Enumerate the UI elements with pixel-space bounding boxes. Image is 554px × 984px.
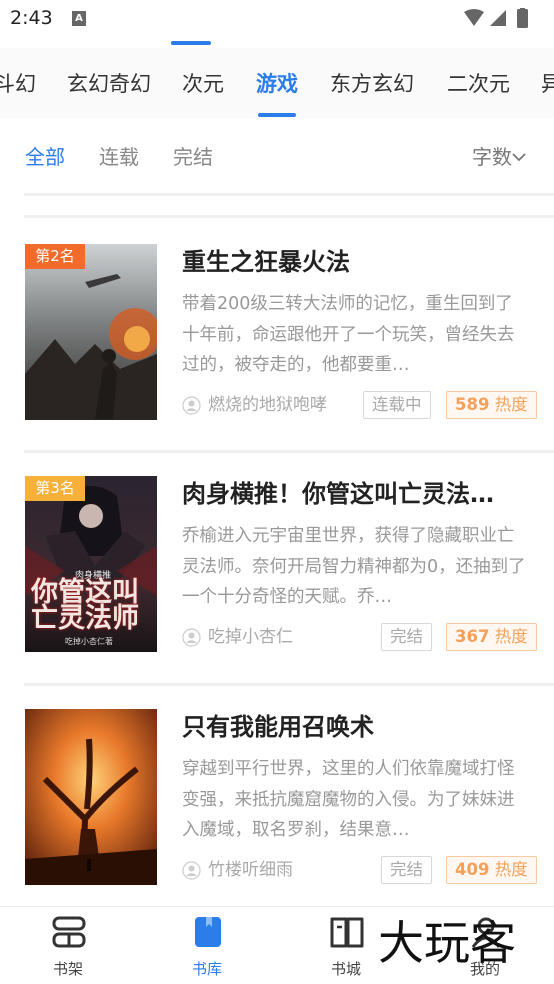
author-name: 吃掉小杏仁	[208, 627, 293, 647]
watermark-logo: 大玩客	[378, 916, 516, 970]
book-title[interactable]: 只有我能用召唤术	[182, 709, 527, 745]
book-title[interactable]: 肉身横推！你管这叫亡灵法…	[182, 476, 527, 512]
author-avatar-icon	[182, 396, 201, 415]
nav-library[interactable]: 书库	[157, 907, 257, 984]
book-description: 乔榆进入元宇宙里世界，获得了隐藏职业亡灵法师。奈何开局智力精神都为0，还抽到了一…	[182, 526, 526, 607]
book-cover[interactable]	[25, 709, 157, 885]
active-tab-underline	[258, 113, 296, 117]
signal-battery-icons	[464, 8, 528, 28]
author-name: 燃烧的地狱咆哮	[208, 395, 327, 415]
tab-category-1[interactable]: 玄幻奇幻	[67, 70, 151, 98]
bookshelf-icon	[52, 916, 86, 948]
book-description: 带着200级三转大法师的记忆，重生回到了十年前，命运跟他开了一个玩笑，曾经失去过…	[182, 294, 515, 375]
divider	[24, 215, 554, 218]
nav-label: 书架	[52, 960, 83, 978]
tab-category-0[interactable]: 斗幻	[0, 70, 36, 98]
nav-bookshelf[interactable]: 书架	[18, 907, 118, 984]
heat-label: 热度	[494, 395, 528, 414]
filter-row: 全部 连载 完结 字数	[0, 118, 554, 196]
filter-finished[interactable]: 完结	[173, 144, 213, 170]
heat-tag: 409 热度	[446, 856, 537, 884]
nav-label: 书库	[191, 960, 222, 978]
author-avatar-icon	[182, 861, 201, 880]
a-icon: A	[72, 11, 86, 26]
chevron-down-icon[interactable]	[510, 148, 528, 166]
heat-label: 热度	[494, 627, 528, 646]
rank-badge: 第2名	[25, 244, 85, 269]
book-card[interactable]: 第2名 重生之狂暴火法 带着200级三转大法师的记忆，重生回到了十年前，命运跟他…	[0, 220, 554, 452]
author-avatar-icon	[182, 628, 201, 647]
tab-category-active[interactable]: 游戏	[256, 70, 298, 98]
library-icon	[195, 917, 221, 947]
book-cover-art	[25, 709, 157, 885]
filter-ongoing[interactable]: 连载	[99, 144, 139, 170]
filter-all[interactable]: 全部	[25, 144, 65, 170]
status-tag: 完结	[381, 623, 432, 651]
heat-label: 热度	[494, 860, 528, 879]
cover-author: 吃掉小杏仁著	[65, 637, 113, 646]
battery-icon	[517, 9, 528, 28]
divider	[24, 193, 554, 196]
book-cover[interactable]: 肉身横推 你管这叫亡灵法师 吃掉小杏仁著 第3名	[25, 476, 157, 652]
cover-title: 你管这叫亡灵法师	[31, 577, 139, 634]
status-tag: 连载中	[363, 391, 431, 419]
tab-category-6[interactable]: 异	[541, 70, 554, 98]
book-title[interactable]: 重生之狂暴火法	[182, 244, 527, 280]
heat-number: 589	[455, 395, 490, 414]
status-time: 2:43	[10, 7, 53, 29]
heat-number: 367	[455, 627, 490, 646]
book-description: 穿越到平行世界，这里的人们依靠魔域打怪变强，来抵抗魔窟魔物的入侵。为了妹妹进入魔…	[182, 759, 515, 840]
book-card[interactable]: 只有我能用召唤术 穿越到平行世界，这里的人们依靠魔域打怪变强，来抵抗魔窟魔物的入…	[0, 685, 554, 917]
rank-badge: 第3名	[25, 476, 85, 501]
tab-category-4[interactable]: 东方玄幻	[330, 70, 414, 98]
scroll-indicator	[171, 41, 211, 45]
status-bar: 2:43 A	[0, 0, 554, 40]
wifi-icon	[464, 9, 484, 26]
tab-category-5[interactable]: 二次元	[447, 70, 510, 98]
status-tag: 完结	[381, 856, 432, 884]
sort-word-count[interactable]: 字数	[472, 144, 512, 170]
cell-signal-icon	[490, 10, 506, 26]
author-name: 竹楼听细雨	[208, 860, 293, 880]
open-book-icon	[330, 917, 364, 948]
tab-category-2[interactable]: 次元	[182, 70, 224, 98]
book-card[interactable]: 肉身横推 你管这叫亡灵法师 吃掉小杏仁著 第3名 肉身横推！你管这叫亡灵法… 乔…	[0, 452, 554, 684]
heat-tag: 589 热度	[446, 391, 537, 419]
book-cover[interactable]: 第2名	[25, 244, 157, 420]
category-tabs: 斗幻 玄幻奇幻 次元 游戏 东方玄幻 二次元 异	[0, 48, 554, 118]
heat-number: 409	[455, 860, 490, 879]
book-cover-art	[25, 244, 157, 420]
heat-tag: 367 热度	[446, 623, 537, 651]
